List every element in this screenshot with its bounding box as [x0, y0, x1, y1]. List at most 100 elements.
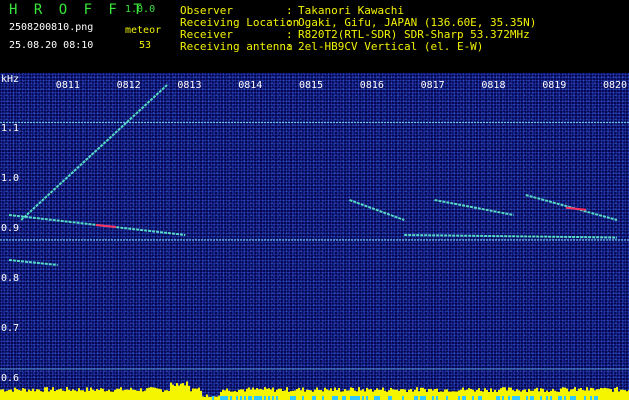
- noise-level-bar-cyan: [518, 396, 520, 400]
- noise-level-bar: [142, 391, 144, 400]
- noise-level-bar: [316, 387, 318, 400]
- noise-level-bar: [454, 391, 456, 400]
- noise-level-bar: [110, 391, 112, 400]
- noise-level-bar-cyan: [276, 396, 278, 400]
- noise-level-bar-cyan: [272, 396, 274, 400]
- noise-level-bar: [262, 389, 264, 400]
- noise-level-bar: [548, 391, 550, 400]
- noise-level-bar: [338, 387, 340, 400]
- noise-level-bar: [104, 391, 106, 400]
- noise-level-bar-cyan: [596, 396, 598, 400]
- noise-level-bar: [566, 388, 568, 400]
- noise-level-bar: [62, 390, 64, 400]
- noise-level-bar: [448, 391, 450, 400]
- noise-level-bar-cyan: [250, 396, 252, 400]
- noise-level-bar: [26, 391, 28, 400]
- noise-level-bar-cyan: [388, 396, 390, 400]
- noise-level-bar: [44, 387, 46, 400]
- meteor-echo: [20, 84, 168, 221]
- noise-level-bar-cyan: [332, 396, 334, 400]
- location-separator: :: [286, 16, 293, 29]
- noise-level-bar-cyan: [472, 396, 474, 400]
- noise-level-bar-cyan: [352, 396, 354, 400]
- noise-level-bar: [346, 390, 348, 400]
- noise-level-bar: [106, 390, 108, 400]
- noise-level-bar: [580, 388, 582, 400]
- x-tick-label: 0814: [238, 80, 263, 91]
- noise-level-bar: [598, 389, 600, 400]
- noise-level-bar-cyan: [558, 396, 560, 400]
- noise-level-bar: [382, 387, 384, 400]
- x-tick-label: 0811: [55, 80, 80, 91]
- noise-level-bar: [86, 387, 88, 400]
- noise-level-bar: [582, 390, 584, 400]
- noise-level-bar-cyan: [366, 396, 368, 400]
- noise-level-bar: [24, 388, 26, 400]
- noise-level-bar: [298, 387, 300, 400]
- noise-level-bar-cyan: [478, 396, 480, 400]
- noise-level-bar: [408, 389, 410, 400]
- noise-level-bar-cyan: [446, 396, 448, 400]
- noise-level-bar-cyan: [256, 396, 258, 400]
- noise-level-bar: [274, 391, 276, 400]
- noise-level-bar: [306, 389, 308, 400]
- noise-level-bar: [612, 391, 614, 400]
- noise-level-bar: [348, 390, 350, 400]
- noise-level-bar: [42, 391, 44, 400]
- noise-level-bar: [22, 388, 24, 400]
- noise-level-bar: [536, 387, 538, 400]
- noise-level-bar: [70, 390, 72, 400]
- noise-level-bar-cyan: [584, 396, 586, 400]
- noise-level-bar: [186, 381, 188, 400]
- noise-level-bar: [136, 390, 138, 400]
- noise-level-bar: [602, 388, 604, 400]
- noise-level-bar: [340, 391, 342, 400]
- noise-level-bar-cyan: [258, 396, 260, 400]
- noise-level-bar-cyan: [514, 396, 516, 400]
- antenna-separator: :: [286, 40, 293, 53]
- noise-level-bar: [576, 390, 578, 400]
- noise-level-bar: [40, 391, 42, 400]
- noise-level-bar: [372, 391, 374, 400]
- noise-level-bar: [270, 389, 272, 400]
- noise-level-bar: [266, 388, 268, 400]
- noise-level-bar: [452, 391, 454, 400]
- noise-level-bar: [620, 389, 622, 400]
- x-tick-label: 0813: [177, 80, 202, 91]
- noise-level-bar: [10, 389, 12, 400]
- noise-level-bar: [114, 389, 116, 400]
- noise-level-bar: [412, 391, 414, 400]
- y-tick-label: 1.1: [1, 123, 20, 134]
- y-axis-unit-label: kHz: [1, 74, 20, 85]
- noise-level-bar: [428, 388, 430, 400]
- noise-level-bar: [622, 389, 624, 400]
- noise-level-bar-cyan: [336, 396, 338, 400]
- noise-level-bar: [624, 390, 626, 400]
- noise-level-bar: [146, 388, 148, 400]
- noise-level-bar: [14, 387, 16, 400]
- noise-level-bar: [68, 389, 70, 400]
- noise-level-bar: [490, 388, 492, 400]
- noise-level-bar-cyan: [436, 396, 438, 400]
- noise-level-bar-cyan: [376, 396, 378, 400]
- noise-level-bar: [330, 388, 332, 400]
- x-tick-label: 0815: [299, 80, 324, 91]
- noise-level-bar: [170, 382, 172, 400]
- noise-level-bar: [64, 391, 66, 400]
- noise-level-bar: [544, 391, 546, 400]
- noise-level-bar: [542, 388, 544, 400]
- noise-level-bar: [192, 388, 194, 400]
- noise-level-bar: [554, 390, 556, 400]
- noise-level-bar-cyan: [342, 396, 344, 400]
- noise-level-bar: [600, 387, 602, 400]
- noise-level-bar-cyan: [334, 396, 336, 400]
- x-tick-label: 0820: [603, 80, 628, 91]
- noise-level-bar: [190, 391, 192, 400]
- noise-level-bar: [568, 391, 570, 400]
- noise-level-bar: [384, 390, 386, 400]
- noise-level-bar: [608, 388, 610, 400]
- noise-level-bar: [128, 389, 130, 400]
- noise-level-bar-cyan: [240, 396, 242, 400]
- noise-level-bar: [626, 391, 628, 400]
- noise-level-bar-cyan: [570, 396, 572, 400]
